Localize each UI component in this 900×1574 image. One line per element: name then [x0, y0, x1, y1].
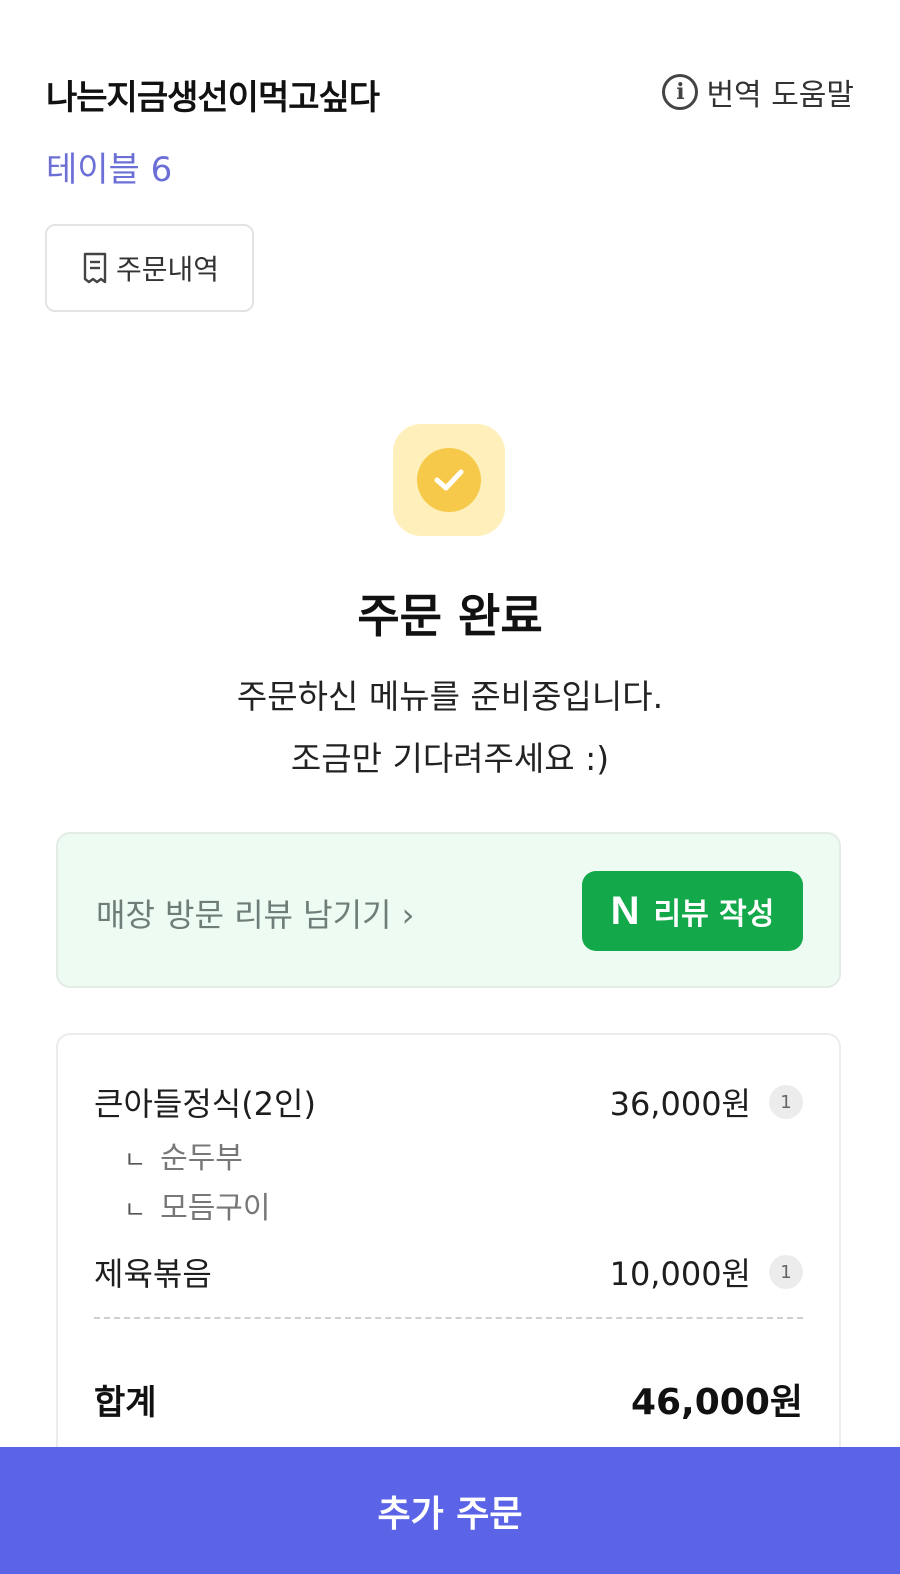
- check-circle-icon: [393, 424, 505, 536]
- translation-help-button[interactable]: i 번역 도움말: [662, 70, 854, 114]
- item-option: ㄴ 순두부: [124, 1133, 243, 1177]
- store-review-link[interactable]: 매장 방문 리뷰 남기기 ›: [96, 890, 414, 936]
- item-option: ㄴ 모듬구이: [124, 1183, 271, 1227]
- total-value: 46,000원: [630, 1382, 803, 1423]
- item-name: 큰아들정식(2인): [94, 1085, 316, 1123]
- item-price: 36,000원: [609, 1085, 751, 1123]
- order-item: 제육볶음 10,000원 1: [94, 1249, 803, 1295]
- order-complete-title: 주문 완료: [357, 589, 543, 643]
- item-quantity-badge: 1: [769, 1255, 803, 1289]
- option-name: 모듬구이: [160, 1191, 271, 1226]
- store-name: 나는지금생선이먹고싶다: [46, 78, 380, 118]
- order-history-button[interactable]: 주문내역: [45, 224, 254, 312]
- option-marker: ㄴ: [124, 1196, 147, 1224]
- order-complete-page: 나는지금생선이먹고싶다 i 번역 도움말 테이블 6 주문내역 주문 완료 주문…: [0, 0, 900, 1574]
- order-history-label: 주문내역: [115, 253, 220, 286]
- order-total: 합계 46,000원: [94, 1373, 803, 1425]
- message-line-1: 주문하신 메뉴를 준비중입니다.: [236, 677, 664, 716]
- item-price: 10,000원: [609, 1255, 751, 1293]
- write-review-button[interactable]: N 리뷰 작성: [582, 871, 803, 951]
- order-complete-message: 주문하신 메뉴를 준비중입니다. 조금만 기다려주세요 :): [0, 666, 900, 790]
- add-order-button[interactable]: 추가 주문: [0, 1447, 900, 1574]
- order-item: 큰아들정식(2인) 36,000원 1: [94, 1079, 803, 1125]
- table-number: 테이블 6: [46, 150, 173, 190]
- total-label: 합계: [94, 1382, 157, 1423]
- message-line-2: 조금만 기다려주세요 :): [290, 739, 610, 778]
- dashed-divider: [94, 1317, 803, 1319]
- receipt-icon: [83, 252, 107, 284]
- item-name: 제육볶음: [94, 1255, 212, 1293]
- naver-logo-icon: N: [610, 888, 640, 933]
- info-icon: i: [662, 74, 699, 110]
- item-quantity-badge: 1: [769, 1085, 803, 1119]
- translation-help-label: 번역 도움말: [706, 78, 854, 113]
- review-banner: 매장 방문 리뷰 남기기 › N 리뷰 작성: [56, 832, 841, 988]
- option-marker: ㄴ: [124, 1146, 147, 1174]
- option-name: 순두부: [160, 1141, 243, 1176]
- order-summary: 큰아들정식(2인) 36,000원 1 ㄴ 순두부 ㄴ 모듬구이 제육볶음 10,0…: [56, 1033, 841, 1513]
- write-review-label: 리뷰 작성: [653, 897, 775, 932]
